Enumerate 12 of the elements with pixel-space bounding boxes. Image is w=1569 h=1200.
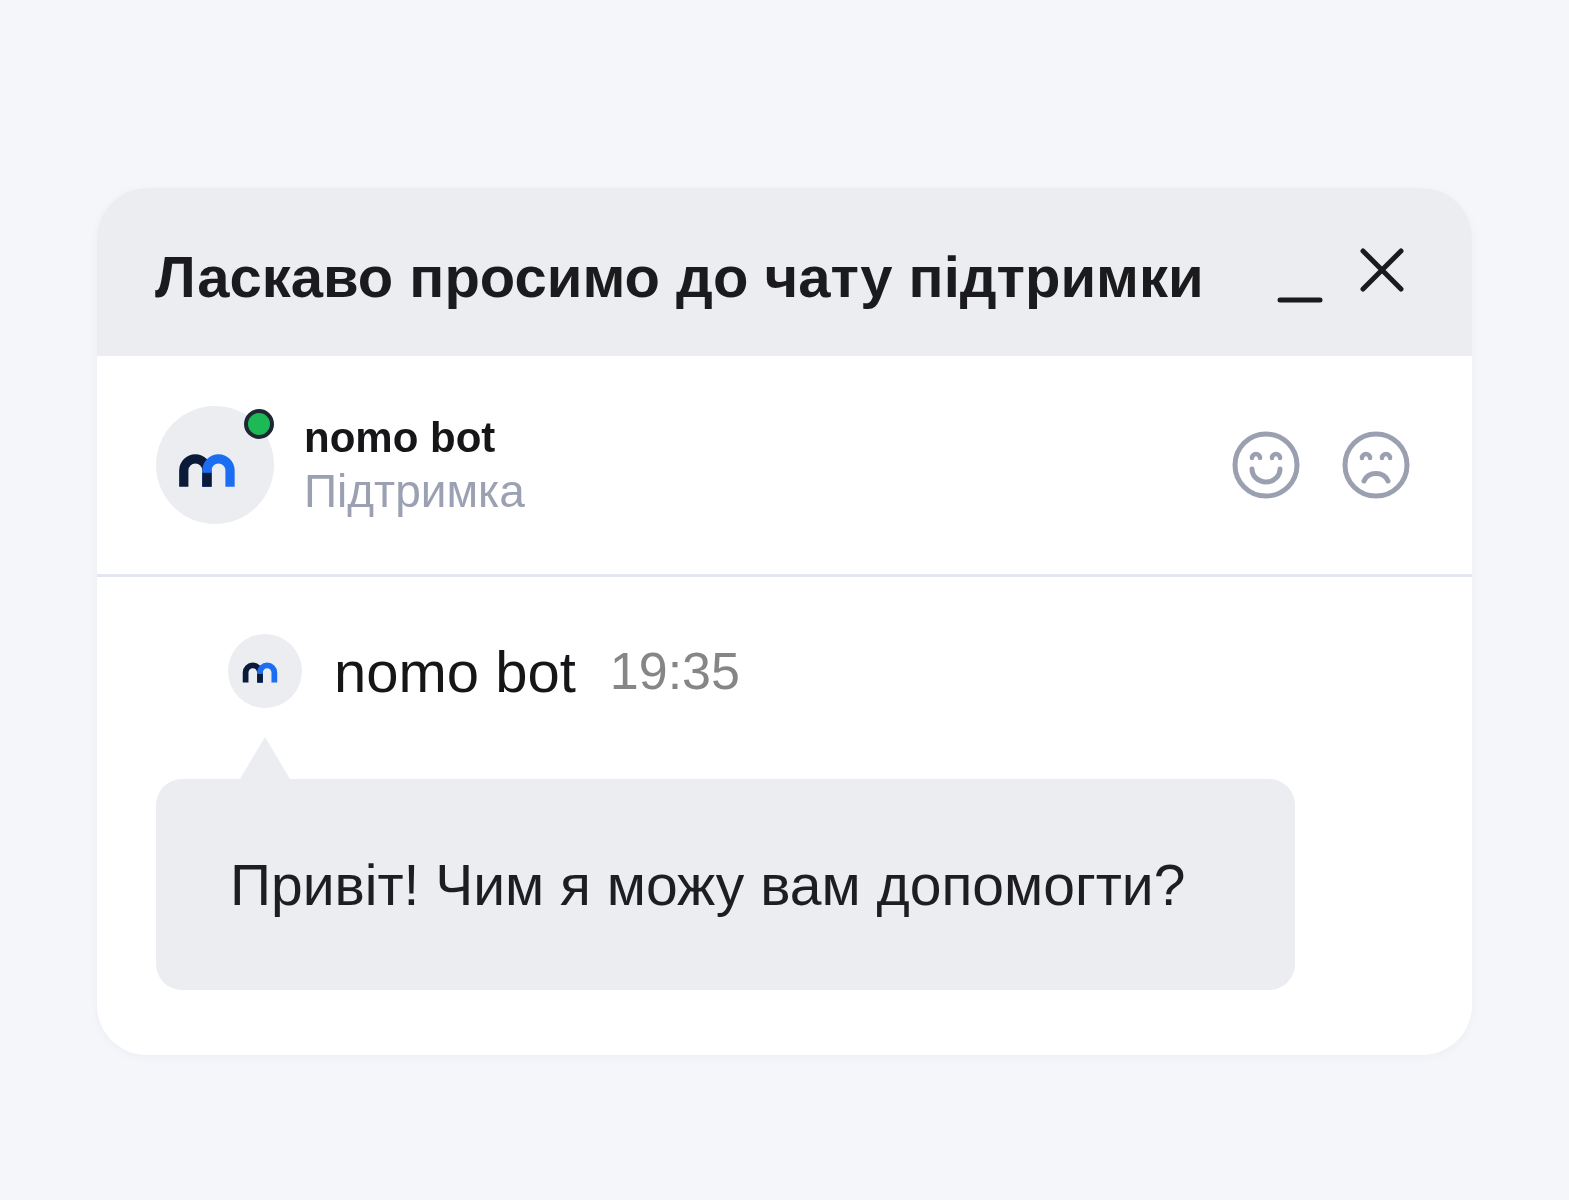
message-time: 19:35 xyxy=(609,641,740,701)
rate-bad-button[interactable] xyxy=(1342,431,1410,499)
rate-good-button[interactable] xyxy=(1232,431,1300,499)
window-title: Ласкаво просимо до чату підтримки xyxy=(155,242,1205,310)
agent-role: Підтримка xyxy=(304,464,525,518)
message-text: Привіт! Чим я можу вам допомогти? xyxy=(230,851,1186,918)
smiley-icon xyxy=(1232,431,1300,499)
minimize-icon xyxy=(1277,297,1323,303)
sad-face-icon xyxy=(1342,431,1410,499)
agent-name: nomo bot xyxy=(304,413,496,463)
close-icon xyxy=(1360,248,1404,292)
sender-name: nomo bot xyxy=(334,637,576,705)
